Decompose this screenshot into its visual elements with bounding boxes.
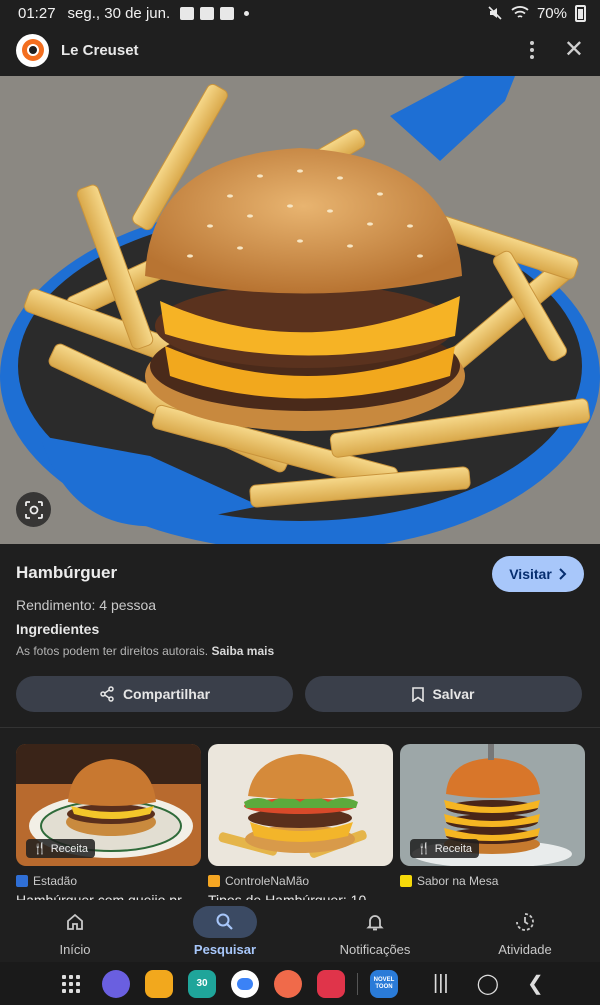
visit-label: Visitar [509,566,552,582]
badge-label: Receita [50,842,88,855]
fork-knife-icon: 🍴 [417,843,431,855]
related-card[interactable]: ControleNaMão Tipos de Hambúrguer: 10 [208,744,393,906]
battery-icon [575,4,586,22]
my-files-app-icon[interactable] [145,969,173,998]
recipe-title: Hambúrguer [16,563,118,582]
nav-notifications[interactable]: Notificações [300,900,450,962]
nav-activity[interactable]: Atividade [450,900,600,962]
copyright-notice: As fotos podem ter direitos autorais. Sa… [16,644,274,658]
more-notifications-dot-icon [244,10,250,16]
bottom-navigation: Início Pesquisar Notificações Atividade [0,900,600,962]
nav-label: Início [59,942,91,957]
wifi-icon [511,6,529,18]
site-logo-icon[interactable] [16,33,49,67]
divider [0,727,600,728]
related-thumbnail[interactable] [208,744,393,866]
share-icon [100,686,114,702]
battery-percent: 70% [536,4,567,22]
controlenamao-favicon-icon [208,875,220,887]
visit-button[interactable]: Visitar [492,556,584,592]
nav-label: Atividade [498,942,552,957]
ingredients-heading[interactable]: Ingredientes [16,621,99,637]
bell-icon [366,915,384,931]
mute-icon [488,6,502,20]
chevron-right-icon [559,568,567,580]
top-app-bar: Le Creuset ✕ [0,26,600,74]
calendar-app-icon[interactable]: 30 [188,969,216,998]
home-icon [67,913,83,930]
fork-knife-icon: 🍴 [33,843,47,855]
google-lens-icon[interactable] [16,492,51,527]
activity-icon [516,913,534,931]
checkbox-notification-icon [200,6,215,20]
nav-label: Notificações [339,942,411,957]
more-options-icon[interactable] [526,37,538,63]
share-label: Compartilhar [122,686,211,702]
sabornamesa-favicon-icon [400,875,412,887]
hero-image[interactable] [0,76,600,544]
status-date: seg., 30 de jun. [67,4,171,22]
novel-toon-app-icon[interactable]: NOVEL TOON [370,969,398,998]
related-thumbnail[interactable]: 🍴 Receita [400,744,585,866]
related-card[interactable]: 🍴 Receita Sabor na Mesa [400,744,585,906]
system-dock: 30 NOVEL TOON ||| ◯ ❮ [0,962,600,1005]
folder-notification-icon [220,6,235,20]
status-time: 01:27 [18,4,56,22]
share-button[interactable]: Compartilhar [16,676,293,712]
nav-search[interactable]: Pesquisar [150,900,300,962]
home-button-icon[interactable]: ◯ [477,971,499,996]
bookmark-icon [412,686,425,702]
screen-recorder-app-icon[interactable] [317,969,345,998]
contacts-app-icon[interactable] [274,969,302,998]
related-source: Sabor na Mesa [417,874,499,888]
estadao-favicon-icon [16,875,28,887]
recent-apps-icon[interactable]: ||| [433,972,449,995]
site-name[interactable]: Le Creuset [61,42,139,59]
app-drawer-icon[interactable] [62,974,80,993]
learn-more-link[interactable]: Saiba mais [211,644,274,658]
related-source: ControleNaMão [225,874,310,888]
badge-label: Receita [434,842,472,855]
notification-icons [180,6,250,20]
search-icon [216,913,233,930]
dock-separator [357,972,358,995]
recipe-badge: 🍴 Receita [410,839,479,858]
save-label: Salvar [432,686,475,702]
recipe-badge: 🍴 Receita [26,839,95,858]
status-bar: 01:27 seg., 30 de jun. 70% [0,0,600,26]
nav-label: Pesquisar [193,942,257,957]
save-button[interactable]: Salvar [305,676,582,712]
close-icon[interactable]: ✕ [564,38,584,62]
gallery-notification-icon [180,6,195,20]
messages-app-icon[interactable] [231,969,259,998]
related-card[interactable]: 🍴 Receita Estadão Hambúrguer com queijo … [16,744,201,906]
back-icon[interactable]: ❮ [527,971,544,996]
copyright-text: As fotos podem ter direitos autorais. [16,644,209,658]
nav-home[interactable]: Início [0,900,150,962]
related-source: Estadão [33,874,78,888]
related-thumbnail[interactable]: 🍴 Receita [16,744,201,866]
internet-app-icon[interactable] [102,969,130,998]
recipe-yield: Rendimento: 4 pessoa [16,597,157,613]
